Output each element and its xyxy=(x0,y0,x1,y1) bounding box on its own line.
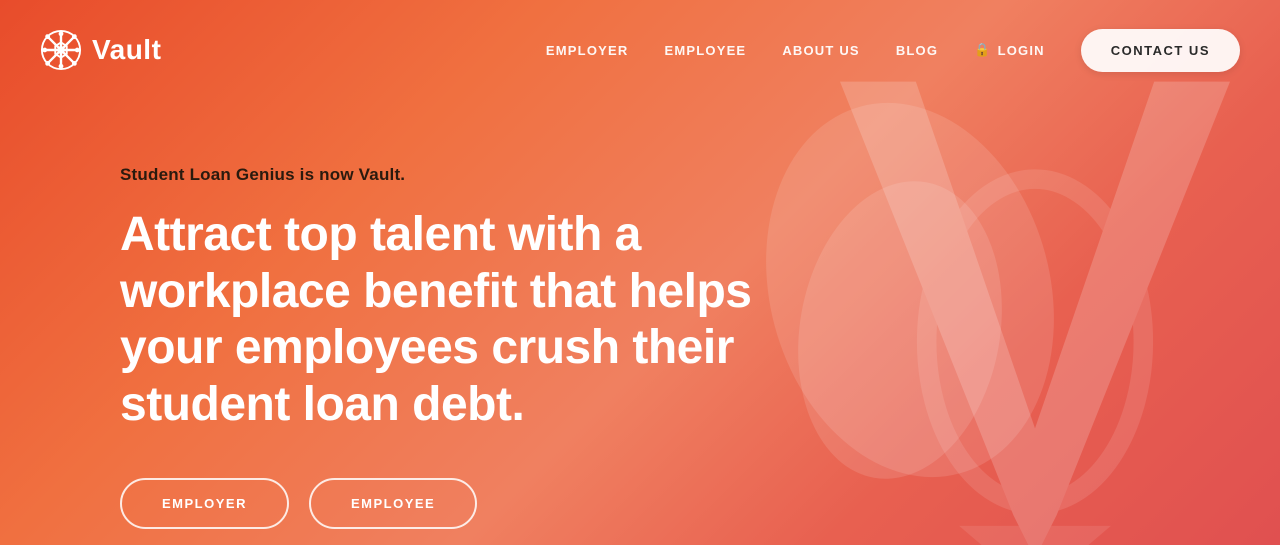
vault-logo-icon xyxy=(40,29,82,71)
logo-text: Vault xyxy=(92,34,161,66)
hero-subtitle: Student Loan Genius is now Vault. xyxy=(120,165,820,185)
hero-content: Student Loan Genius is now Vault. Attrac… xyxy=(120,165,820,529)
logo[interactable]: Vault xyxy=(40,29,161,71)
cta-employee-button[interactable]: EMPLOYEE xyxy=(309,478,477,529)
cta-buttons: EMPLOYER EMPLOYEE xyxy=(120,478,820,529)
hero-section: Vault EMPLOYER EMPLOYEE ABOUT US BLOG 🔒 … xyxy=(0,0,1280,545)
header: Vault EMPLOYER EMPLOYEE ABOUT US BLOG 🔒 … xyxy=(0,0,1280,100)
cta-employer-button[interactable]: EMPLOYER xyxy=(120,478,289,529)
hero-headline: Attract top talent with a workplace bene… xyxy=(120,207,820,434)
nav-employee[interactable]: EMPLOYEE xyxy=(664,43,746,58)
nav-login[interactable]: 🔒 LOGIN xyxy=(974,42,1045,58)
nav-blog[interactable]: BLOG xyxy=(896,43,938,58)
login-label: LOGIN xyxy=(998,43,1045,58)
lock-icon: 🔒 xyxy=(974,42,991,58)
nav-employer[interactable]: EMPLOYER xyxy=(546,43,629,58)
nav-about[interactable]: ABOUT US xyxy=(782,43,860,58)
main-nav: EMPLOYER EMPLOYEE ABOUT US BLOG 🔒 LOGIN … xyxy=(546,29,1240,72)
contact-us-button[interactable]: CONTACT US xyxy=(1081,29,1240,72)
